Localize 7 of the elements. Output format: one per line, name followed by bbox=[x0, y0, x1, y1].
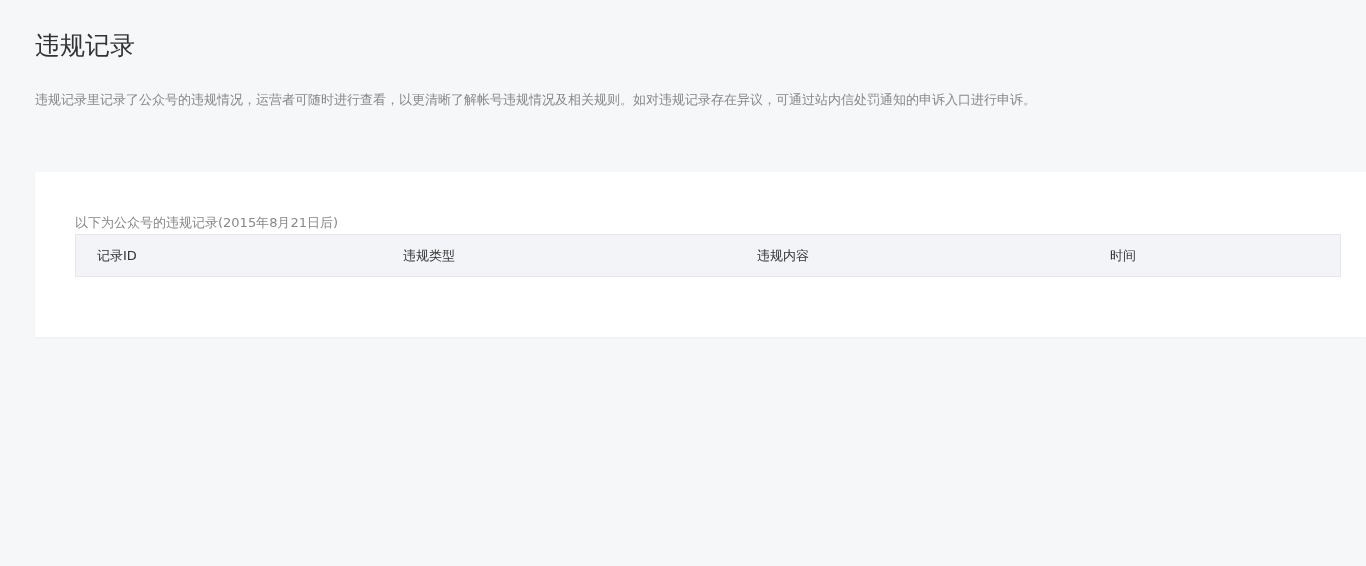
page-title: 违规记录 bbox=[35, 30, 135, 62]
column-header: 记录ID bbox=[97, 246, 137, 265]
column-header: 违规类型 bbox=[403, 246, 455, 265]
records-caption: 以下为公众号的违规记录(2015年8月21日后) bbox=[75, 214, 339, 232]
column-header: 违规内容 bbox=[757, 246, 809, 265]
column-header: 时间 bbox=[1110, 246, 1136, 265]
page-description: 违规记录里记录了公众号的违规情况，运营者可随时进行查看，以更清晰了解帐号违规情况及相关规则。如对违规记录存在异议，可通过站内信处罚通知的申诉入口进行申诉。 bbox=[35, 91, 1037, 109]
